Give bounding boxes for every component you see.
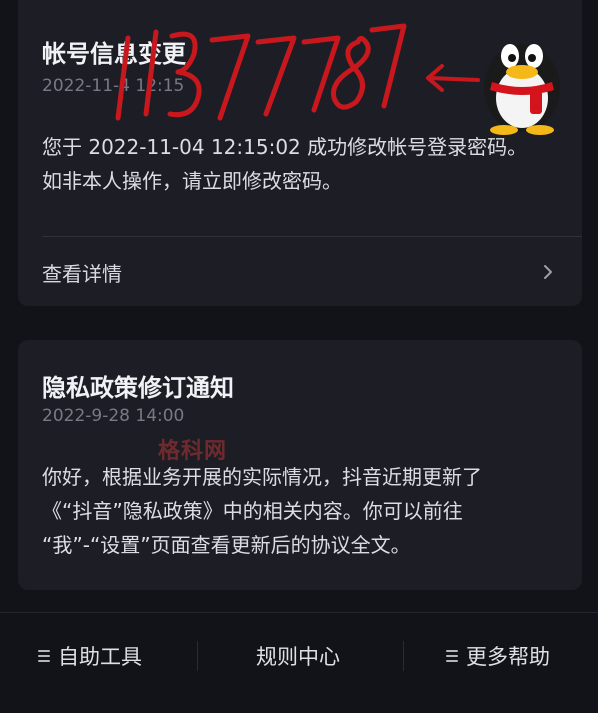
body-line: 如非本人操作，请立即修改密码。 bbox=[42, 169, 342, 193]
card-title: 隐私政策修订通知 bbox=[42, 374, 234, 402]
view-details-row[interactable]: 查看详情 bbox=[18, 244, 582, 300]
more-help-label: 更多帮助 bbox=[466, 645, 550, 669]
footer-divider bbox=[197, 641, 198, 671]
body-line: 你好，根据业务开展的实际情况，抖音近期更新了 bbox=[42, 465, 482, 489]
handwritten-number-annotation bbox=[115, 23, 407, 121]
more-help-button[interactable]: 更多帮助 bbox=[446, 641, 550, 671]
menu-lines-icon bbox=[38, 647, 50, 665]
card-body: 你好，根据业务开展的实际情况，抖音近期更新了 《“抖音”隐私政策》中的相关内容。… bbox=[42, 460, 562, 562]
footer-bar: 自助工具 规则中心 更多帮助 bbox=[0, 612, 598, 713]
footer-divider bbox=[403, 641, 404, 671]
privacy-policy-card: 隐私政策修订通知 2022-9-28 14:00 你好，根据业务开展的实际情况，… bbox=[18, 340, 582, 590]
watermark-text: 格科网 bbox=[158, 439, 228, 464]
menu-lines-icon bbox=[446, 647, 458, 665]
body-line: “我”-“设置”页面查看更新后的协议全文。 bbox=[42, 533, 411, 557]
chevron-right-icon bbox=[544, 265, 552, 279]
qq-penguin-icon bbox=[484, 44, 560, 135]
rules-center-label: 规则中心 bbox=[256, 645, 340, 669]
view-details-label: 查看详情 bbox=[42, 262, 122, 286]
divider bbox=[42, 236, 582, 237]
self-help-tools-button[interactable]: 自助工具 bbox=[38, 641, 142, 671]
self-help-label: 自助工具 bbox=[58, 645, 142, 669]
card-body: 您于 2022-11-04 12:15:02 成功修改帐号登录密码。 如非本人操… bbox=[42, 130, 562, 198]
rules-center-button[interactable]: 规则中心 bbox=[256, 641, 340, 671]
card-date: 2022-9-28 14:00 bbox=[42, 406, 185, 426]
body-line: 《“抖音”隐私政策》中的相关内容。你可以前往 bbox=[42, 499, 463, 523]
